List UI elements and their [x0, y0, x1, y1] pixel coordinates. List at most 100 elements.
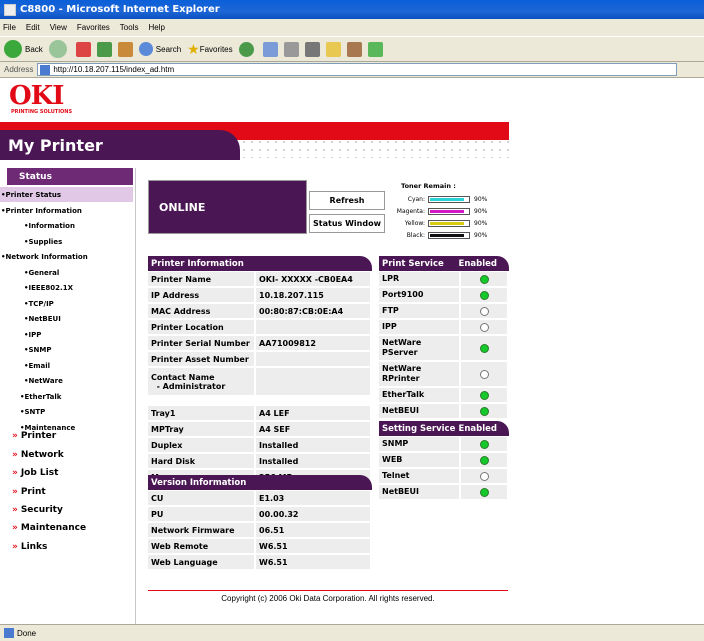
printer-info-row: Hard Disk Installed	[148, 454, 372, 469]
sidebar-item-tcpip[interactable]: •TCP/IP	[0, 296, 54, 311]
sidebar-item-ieee8021x[interactable]: •IEEE802.1X	[0, 280, 73, 295]
double-chevron-icon: »	[12, 431, 18, 441]
print-service-row: FTP	[379, 304, 509, 319]
sidebar-item-network-information[interactable]: •Network Information	[0, 249, 88, 264]
back-button[interactable]: Back	[4, 40, 43, 58]
sidebar-item-ipp[interactable]: •IPP	[0, 327, 41, 342]
enabled-indicator-icon	[479, 343, 489, 353]
printer-icon	[283, 41, 299, 57]
sidebar-item-supplies[interactable]: •Supplies	[0, 234, 62, 249]
refresh-status-button[interactable]: Refresh	[309, 191, 385, 210]
version-info-row: CU E1.03	[148, 491, 372, 506]
history-button[interactable]	[238, 41, 257, 57]
folder-button[interactable]	[325, 41, 341, 57]
print-service-name: LPR	[379, 272, 461, 286]
enabled-indicator-icon	[479, 455, 489, 465]
menu-tools[interactable]: Tools	[120, 23, 139, 32]
sidebar-menu-job-list[interactable]: » Job List	[12, 468, 58, 478]
version-info-value: W6.51	[256, 555, 372, 569]
printer-info-row: Duplex Installed	[148, 438, 372, 453]
menu-file[interactable]: File	[3, 23, 16, 32]
print-button[interactable]	[283, 41, 299, 57]
print-service-name: EtherTalk	[379, 388, 461, 402]
print-service-row: LPR	[379, 272, 509, 287]
sidebar-item-printer-information[interactable]: •Printer Information	[0, 203, 82, 218]
print-service-row: EtherTalk	[379, 388, 509, 403]
printer-info-value: AA71009812	[256, 336, 372, 350]
print-service-header: Print Service Enabled	[379, 256, 509, 271]
browser-toolbar: Back Search ★ Favorites	[0, 36, 704, 62]
sidebar-item-email[interactable]: •Email	[0, 358, 50, 373]
toner-fill	[430, 221, 465, 225]
stop-button[interactable]	[75, 41, 91, 57]
printer-info-label: MPTray	[148, 422, 256, 436]
sidebar-item-general[interactable]: •General	[0, 265, 59, 280]
sidebar-item-snmp[interactable]: •SNMP	[0, 342, 51, 357]
status-text: Done	[17, 628, 37, 638]
menu-favorites[interactable]: Favorites	[77, 23, 110, 32]
menu-help[interactable]: Help	[148, 23, 164, 32]
printer-info-value: 10.18.207.115	[256, 288, 372, 302]
sidebar-menu-links[interactable]: » Links	[12, 542, 47, 552]
sidebar-item-netbeui[interactable]: •NetBEUI	[0, 311, 61, 326]
refresh-button[interactable]	[96, 41, 112, 57]
disabled-indicator-icon	[479, 471, 489, 481]
sidebar-menu-printer[interactable]: » Printer	[12, 431, 56, 441]
print-service-name: NetBEUI	[379, 404, 461, 418]
search-button[interactable]: Search	[138, 42, 181, 56]
version-info-label: Web Language	[148, 555, 256, 569]
menu-view[interactable]: View	[50, 23, 67, 32]
sidebar-menu-maintenance[interactable]: » Maintenance	[12, 523, 86, 533]
research-button[interactable]	[346, 41, 362, 57]
sidebar-status-header[interactable]: Status	[7, 168, 133, 185]
favorites-button[interactable]: ★ Favorites	[187, 41, 232, 58]
forward-button[interactable]	[48, 40, 70, 58]
research-icon	[346, 41, 362, 57]
mail-button[interactable]	[262, 41, 278, 57]
sidebar-item-netware[interactable]: •NetWare	[0, 373, 63, 388]
home-button[interactable]	[117, 41, 133, 57]
address-bar: Address http://10.18.207.115/index_ad.ht…	[0, 62, 704, 78]
printer-status-indicator: ONLINE	[148, 180, 307, 234]
toner-row-yellow: Yellow: 90%	[404, 219, 488, 227]
page-content: OKI PRINTING SOLUTIONS My Printer Status…	[0, 78, 704, 624]
browser-window: { "window":{"title":"C8800 - Microsoft I…	[0, 0, 704, 641]
toner-fill	[430, 233, 465, 237]
printer-info-label: Printer Serial Number	[148, 336, 256, 350]
toner-fill	[430, 197, 465, 201]
printer-info-row: Printer Name OKI- XXXXX -CB0EA4	[148, 272, 372, 287]
sidebar-menu-security[interactable]: » Security	[12, 505, 63, 515]
version-info-label: CU	[148, 491, 256, 505]
sidebar-menu-print[interactable]: » Print	[12, 487, 46, 497]
menu-edit[interactable]: Edit	[26, 23, 40, 32]
enabled-indicator-icon	[479, 439, 489, 449]
disabled-indicator-icon	[479, 322, 489, 332]
oki-logo: OKI PRINTING SOLUTIONS	[9, 81, 73, 115]
sidebar-item-sntp[interactable]: •SNTP	[0, 404, 45, 419]
printer-info-row: Printer Asset Number	[148, 352, 372, 367]
print-service-name: FTP	[379, 304, 461, 318]
printer-info-label: MAC Address	[148, 304, 256, 318]
sidebar-item-printer-status[interactable]: •Printer Status	[0, 187, 133, 202]
back-arrow-icon	[4, 40, 22, 58]
sidebar-item-information[interactable]: •Information	[0, 218, 75, 233]
disabled-indicator-icon	[479, 306, 489, 316]
version-info-label: Network Firmware	[148, 523, 256, 537]
setting-service-name: NetBEUI	[379, 485, 461, 499]
messenger-button[interactable]	[367, 41, 383, 57]
address-input[interactable]: http://10.18.207.115/index_ad.htm	[37, 63, 678, 76]
ie-page-icon	[4, 3, 16, 16]
sidebar-item-ethertalk[interactable]: •EtherTalk	[0, 389, 61, 404]
edit-button[interactable]	[304, 41, 320, 57]
title-bar: C8800 - Microsoft Internet Explorer	[0, 0, 704, 19]
refresh-icon	[96, 41, 112, 57]
print-service-row: Port9100	[379, 288, 509, 303]
setting-service-name: WEB	[379, 453, 461, 467]
double-chevron-icon: »	[12, 450, 18, 460]
sidebar-menu-network[interactable]: » Network	[12, 450, 64, 460]
printer-info-value: A4 LEF	[256, 406, 372, 420]
printer-info-label: Duplex	[148, 438, 256, 452]
printer-info-value: Installed	[256, 454, 372, 468]
status-window-button[interactable]: Status Window	[309, 214, 385, 233]
print-service-name: NetWare PServer	[379, 336, 461, 360]
